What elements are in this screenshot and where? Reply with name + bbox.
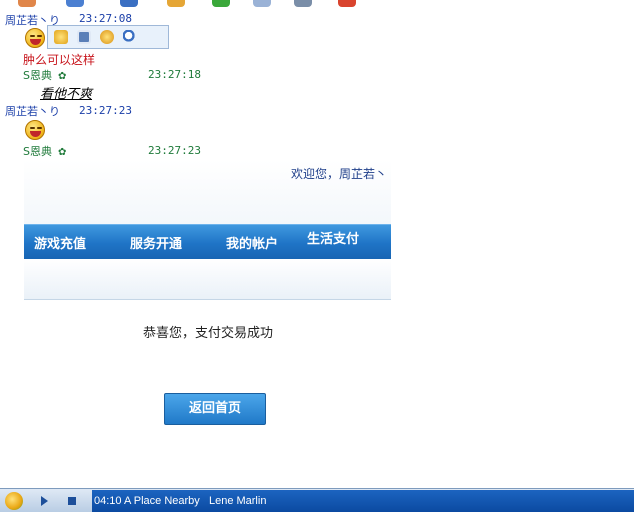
laughing-emoticon-icon — [25, 120, 45, 140]
flower-icon: ✿ — [57, 71, 67, 82]
nav-item-game-recharge[interactable]: 游戏充值 — [34, 233, 86, 252]
message-time: 23:27:23 — [148, 144, 201, 157]
add-icon[interactable] — [212, 0, 230, 7]
message-time: 23:27:08 — [79, 12, 132, 25]
window-icon[interactable] — [120, 0, 138, 7]
message-time: 23:27:18 — [148, 68, 201, 81]
stop-icon[interactable] — [68, 497, 76, 505]
add-emoticon-button[interactable] — [51, 28, 70, 47]
message-text: 看他不爽 — [40, 87, 93, 102]
nav-item-life-payment[interactable]: 生活支付 — [307, 228, 359, 247]
message-sender: S恩典 ✿ — [23, 143, 66, 159]
search-icon — [122, 30, 137, 44]
document-icon[interactable] — [253, 0, 271, 7]
emoticon-manage-icon — [99, 30, 114, 44]
return-home-button[interactable]: 返回首页 — [164, 393, 266, 425]
search-button[interactable] — [120, 28, 139, 47]
player-logo-icon[interactable] — [5, 492, 23, 510]
sub-nav — [24, 259, 391, 300]
sender-name: S恩典 — [23, 145, 52, 158]
message-text: 肿么可以这样 — [23, 53, 96, 67]
emoticon-hover-toolbar — [47, 25, 169, 49]
message-time: 23:27:23 — [79, 104, 132, 117]
sender-name: S恩典 — [23, 69, 52, 82]
top-toolbar — [0, 0, 634, 8]
message-sender: S恩典 ✿ — [23, 67, 66, 83]
message-sender: 周芷若丶り — [5, 105, 60, 118]
emoticon-manage-button[interactable] — [97, 28, 116, 47]
flower-icon: ✿ — [57, 147, 67, 158]
nav-bar: 游戏充值 服务开通 我的帐户 生活支付 — [24, 224, 391, 259]
avatar-icon[interactable] — [18, 0, 36, 7]
music-player: 04:10 A Place Nearby Lene Marlin — [0, 488, 634, 512]
play-icon[interactable] — [41, 496, 48, 506]
welcome-text: 欢迎您，周芷若丶 — [290, 167, 387, 181]
nav-item-service[interactable]: 服务开通 — [130, 233, 182, 252]
embedded-screenshot: 欢迎您，周芷若丶 游戏充值 服务开通 我的帐户 生活支付 — [24, 160, 391, 301]
settings-icon[interactable] — [294, 0, 312, 7]
track-info: 04:10 A Place Nearby Lene Marlin — [92, 490, 634, 512]
nav-item-my-account[interactable]: 我的帐户 — [226, 233, 278, 252]
laughing-emoticon-icon — [25, 28, 45, 48]
save-button[interactable] — [74, 28, 93, 47]
folder-icon[interactable] — [167, 0, 185, 7]
success-message: 恭喜您，支付交易成功 — [143, 326, 274, 341]
save-icon — [76, 30, 91, 44]
page-header: 欢迎您，周芷若丶 — [24, 160, 391, 224]
add-emoticon-icon — [53, 30, 68, 44]
pen-icon[interactable] — [66, 0, 84, 7]
app-icon[interactable] — [338, 0, 356, 7]
